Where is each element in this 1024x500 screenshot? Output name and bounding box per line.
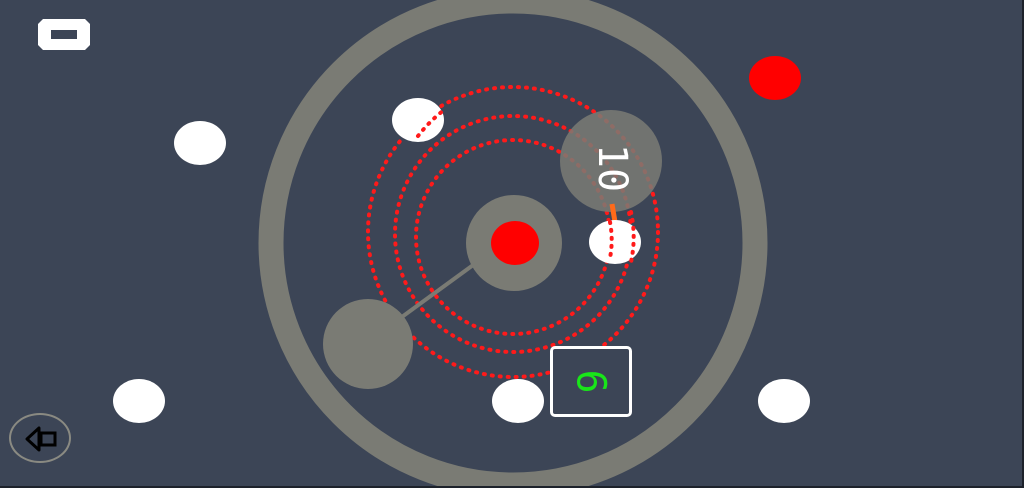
center-red-ball — [491, 221, 539, 265]
score-counter: 10 — [589, 143, 635, 193]
white-ball — [758, 379, 810, 423]
timer-box: 6 — [550, 346, 632, 417]
white-ball — [113, 379, 165, 423]
game-stage[interactable]: 10 6 — [0, 0, 1024, 488]
minus-bar-icon — [51, 30, 77, 39]
white-ball — [174, 121, 226, 165]
red-ball — [749, 56, 801, 100]
arrow-left-icon — [25, 426, 57, 452]
back-button[interactable] — [9, 413, 71, 463]
game-field[interactable] — [0, 0, 1022, 486]
joystick-knob[interactable] — [323, 299, 413, 389]
menu-button[interactable] — [38, 19, 90, 50]
white-ball — [492, 379, 544, 423]
timer-counter: 6 — [568, 369, 614, 394]
